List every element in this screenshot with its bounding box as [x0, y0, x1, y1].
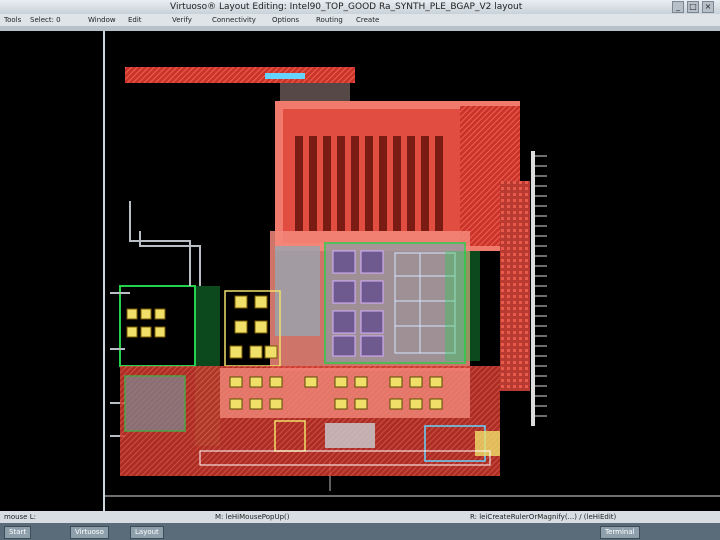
taskbar-item-terminal[interactable]: Terminal [600, 526, 640, 539]
menu-bar: Tools Select: 0 Window Edit Verify Conne… [0, 14, 720, 26]
poly-strip-right [445, 251, 480, 361]
io-pins-right [533, 155, 547, 417]
top-metal-strip [125, 67, 355, 83]
right-column-block [500, 181, 530, 391]
menu-select-count[interactable]: Select: 0 [30, 16, 61, 24]
menu-options[interactable]: Options [272, 16, 299, 24]
menu-window[interactable]: Window [88, 16, 116, 24]
window-title: Virtuoso® Layout Editing: Intel90_TOP_GO… [170, 2, 523, 12]
side-panel [0, 31, 103, 511]
layout-drawing [105, 67, 720, 497]
taskbar-item-virtuoso[interactable]: Virtuoso [70, 526, 109, 539]
status-right: R: leiCreateRulerOrMagnify(...) / (leHiE… [470, 513, 617, 521]
status-bar: mouse L: M: leHiMousePopUp() R: leiCreat… [0, 511, 720, 523]
menu-tools[interactable]: Tools [4, 16, 21, 24]
status-middle: M: leHiMousePopUp() [215, 513, 290, 521]
close-button[interactable]: × [702, 1, 714, 13]
menu-edit[interactable]: Edit [128, 16, 142, 24]
menu-verify[interactable]: Verify [172, 16, 192, 24]
title-bar: Virtuoso® Layout Editing: Intel90_TOP_GO… [0, 0, 720, 14]
left-cell-outline [119, 285, 196, 367]
menu-routing[interactable]: Routing [316, 16, 343, 24]
bottom-transistors-row2 [229, 398, 443, 410]
taskbar-item-layout[interactable]: Layout [130, 526, 164, 539]
menu-connectivity[interactable]: Connectivity [212, 16, 256, 24]
bottom-row-backdrop [220, 368, 470, 418]
bottom-cell-b [325, 423, 375, 448]
taskbar: Start Virtuoso Layout Terminal [0, 523, 720, 540]
mid-transistors [229, 295, 278, 359]
minimize-button[interactable]: _ [672, 1, 684, 13]
status-left: mouse L: [4, 513, 36, 521]
bottom-left-resistor [124, 375, 186, 432]
taskbar-start[interactable]: Start [4, 526, 32, 539]
menu-create[interactable]: Create [356, 16, 379, 24]
maximize-button[interactable]: □ [687, 1, 699, 13]
io-pin-rail [531, 151, 535, 426]
layout-canvas[interactable] [105, 31, 720, 511]
bottom-transistors-row1 [229, 376, 443, 388]
left-transistors [126, 308, 166, 338]
resistor-block [275, 246, 320, 336]
window-controls: _ □ × [672, 1, 714, 13]
via-strip [265, 73, 305, 79]
bottom-pad [475, 431, 500, 456]
screen: Virtuoso® Layout Editing: Intel90_TOP_GO… [0, 0, 720, 540]
